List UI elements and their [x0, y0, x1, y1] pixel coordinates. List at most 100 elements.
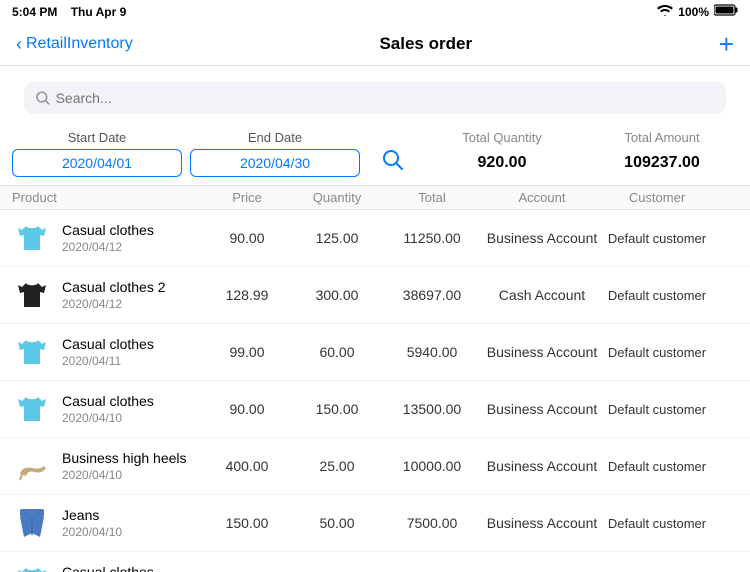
product-info: Jeans 2020/04/10 [62, 507, 122, 539]
price-value: 99.00 [202, 344, 292, 360]
add-button[interactable]: + [719, 31, 734, 57]
product-date: 2020/04/10 [62, 468, 187, 482]
quantity-value: 150.00 [292, 401, 382, 417]
status-bar: 5:04 PM Thu Apr 9 100% [0, 0, 750, 23]
price-value: 128.99 [202, 287, 292, 303]
search-container [0, 66, 750, 130]
product-cell: Business high heels 2020/04/10 [12, 446, 202, 486]
product-cell: Casual clothes 2020/04/12 [12, 218, 202, 258]
search-filter-button[interactable] [368, 149, 418, 177]
search-icon [36, 91, 50, 105]
quantity-value: 50.00 [292, 515, 382, 531]
wifi-icon [657, 4, 673, 19]
product-name: Casual clothes [62, 564, 154, 572]
search-bar [24, 82, 726, 114]
quantity-value: 125.00 [292, 230, 382, 246]
product-info: Casual clothes 2020/04/11 [62, 336, 154, 368]
table-row[interactable]: Casual clothes 2020/04/10 95.00 50.00 47… [0, 552, 750, 572]
total-quantity-value: 920.00 [426, 154, 578, 172]
account-value: Business Account [482, 344, 602, 360]
product-image [12, 332, 52, 372]
product-info: Casual clothes 2020/04/12 [62, 222, 154, 254]
quantity-value: 25.00 [292, 458, 382, 474]
customer-value: Default customer [602, 288, 712, 303]
total-amount-label: Total Amount [586, 130, 738, 145]
column-headers: Product Price Quantity Total Account Cus… [0, 185, 750, 210]
customer-value: Default customer [602, 516, 712, 531]
product-info: Casual clothes 2 2020/04/12 [62, 279, 166, 311]
customer-value: Default customer [602, 459, 712, 474]
col-price: Price [202, 190, 292, 205]
product-image [12, 503, 52, 543]
col-product: Product [12, 190, 202, 205]
table-row[interactable]: Casual clothes 2020/04/11 99.00 60.00 59… [0, 324, 750, 381]
total-quantity-label: Total Quantity [426, 130, 578, 145]
nav-bar: ‹ RetailInventory Sales order + [0, 23, 750, 66]
product-name: Casual clothes 2 [62, 279, 166, 295]
table-row[interactable]: Casual clothes 2020/04/10 90.00 150.00 1… [0, 381, 750, 438]
table-row[interactable]: Casual clothes 2 2020/04/12 128.99 300.0… [0, 267, 750, 324]
price-value: 150.00 [202, 515, 292, 531]
status-date: Thu Apr 9 [71, 5, 127, 19]
total-value: 11250.00 [382, 230, 482, 246]
product-image [12, 218, 52, 258]
product-date: 2020/04/10 [62, 411, 154, 425]
table-body: Casual clothes 2020/04/12 90.00 125.00 1… [0, 210, 750, 572]
product-date: 2020/04/12 [62, 240, 154, 254]
start-date-input[interactable]: 2020/04/01 [12, 149, 182, 177]
table-row[interactable]: Casual clothes 2020/04/12 90.00 125.00 1… [0, 210, 750, 267]
customer-value: Default customer [602, 402, 712, 417]
account-value: Business Account [482, 401, 602, 417]
product-name: Jeans [62, 507, 122, 523]
table-row[interactable]: Business high heels 2020/04/10 400.00 25… [0, 438, 750, 495]
product-cell: Casual clothes 2020/04/10 [12, 389, 202, 429]
battery-level: 100% [678, 5, 709, 19]
col-customer: Customer [602, 190, 712, 205]
total-amount-value: 109237.00 [586, 154, 738, 172]
price-value: 90.00 [202, 401, 292, 417]
battery-icon [714, 4, 738, 19]
search-input[interactable] [56, 90, 714, 106]
status-time: 5:04 PM [12, 5, 57, 19]
product-image [12, 275, 52, 315]
product-date: 2020/04/10 [62, 525, 122, 539]
product-name: Casual clothes [62, 222, 154, 238]
product-name: Casual clothes [62, 336, 154, 352]
product-cell: Casual clothes 2020/04/11 [12, 332, 202, 372]
start-date-label: Start Date [12, 130, 182, 145]
price-value: 400.00 [202, 458, 292, 474]
product-info: Casual clothes 2020/04/10 [62, 564, 154, 572]
product-info: Casual clothes 2020/04/10 [62, 393, 154, 425]
col-account: Account [482, 190, 602, 205]
total-value: 13500.00 [382, 401, 482, 417]
back-button[interactable]: ‹ RetailInventory [16, 34, 133, 55]
product-cell: Casual clothes 2 2020/04/12 [12, 275, 202, 315]
product-image [12, 389, 52, 429]
product-name: Casual clothes [62, 393, 154, 409]
back-label: RetailInventory [26, 35, 133, 53]
chevron-left-icon: ‹ [16, 34, 22, 55]
total-value: 5940.00 [382, 344, 482, 360]
quantity-value: 300.00 [292, 287, 382, 303]
col-quantity: Quantity [292, 190, 382, 205]
product-cell: Jeans 2020/04/10 [12, 503, 202, 543]
page-title: Sales order [379, 34, 472, 54]
customer-value: Default customer [602, 231, 712, 246]
price-value: 90.00 [202, 230, 292, 246]
account-value: Business Account [482, 230, 602, 246]
product-date: 2020/04/11 [62, 354, 154, 368]
product-image [12, 446, 52, 486]
product-date: 2020/04/12 [62, 297, 166, 311]
end-date-label: End Date [190, 130, 360, 145]
end-date-input[interactable]: 2020/04/30 [190, 149, 360, 177]
account-value: Business Account [482, 458, 602, 474]
total-value: 7500.00 [382, 515, 482, 531]
filter-labels-row: Start Date End Date Total Quantity Total… [0, 130, 750, 145]
customer-value: Default customer [602, 345, 712, 360]
total-value: 10000.00 [382, 458, 482, 474]
total-value: 38697.00 [382, 287, 482, 303]
table-row[interactable]: Jeans 2020/04/10 150.00 50.00 7500.00 Bu… [0, 495, 750, 552]
filter-values-row: 2020/04/01 2020/04/30 920.00 109237.00 [0, 145, 750, 185]
account-value: Business Account [482, 515, 602, 531]
account-value: Cash Account [482, 287, 602, 303]
